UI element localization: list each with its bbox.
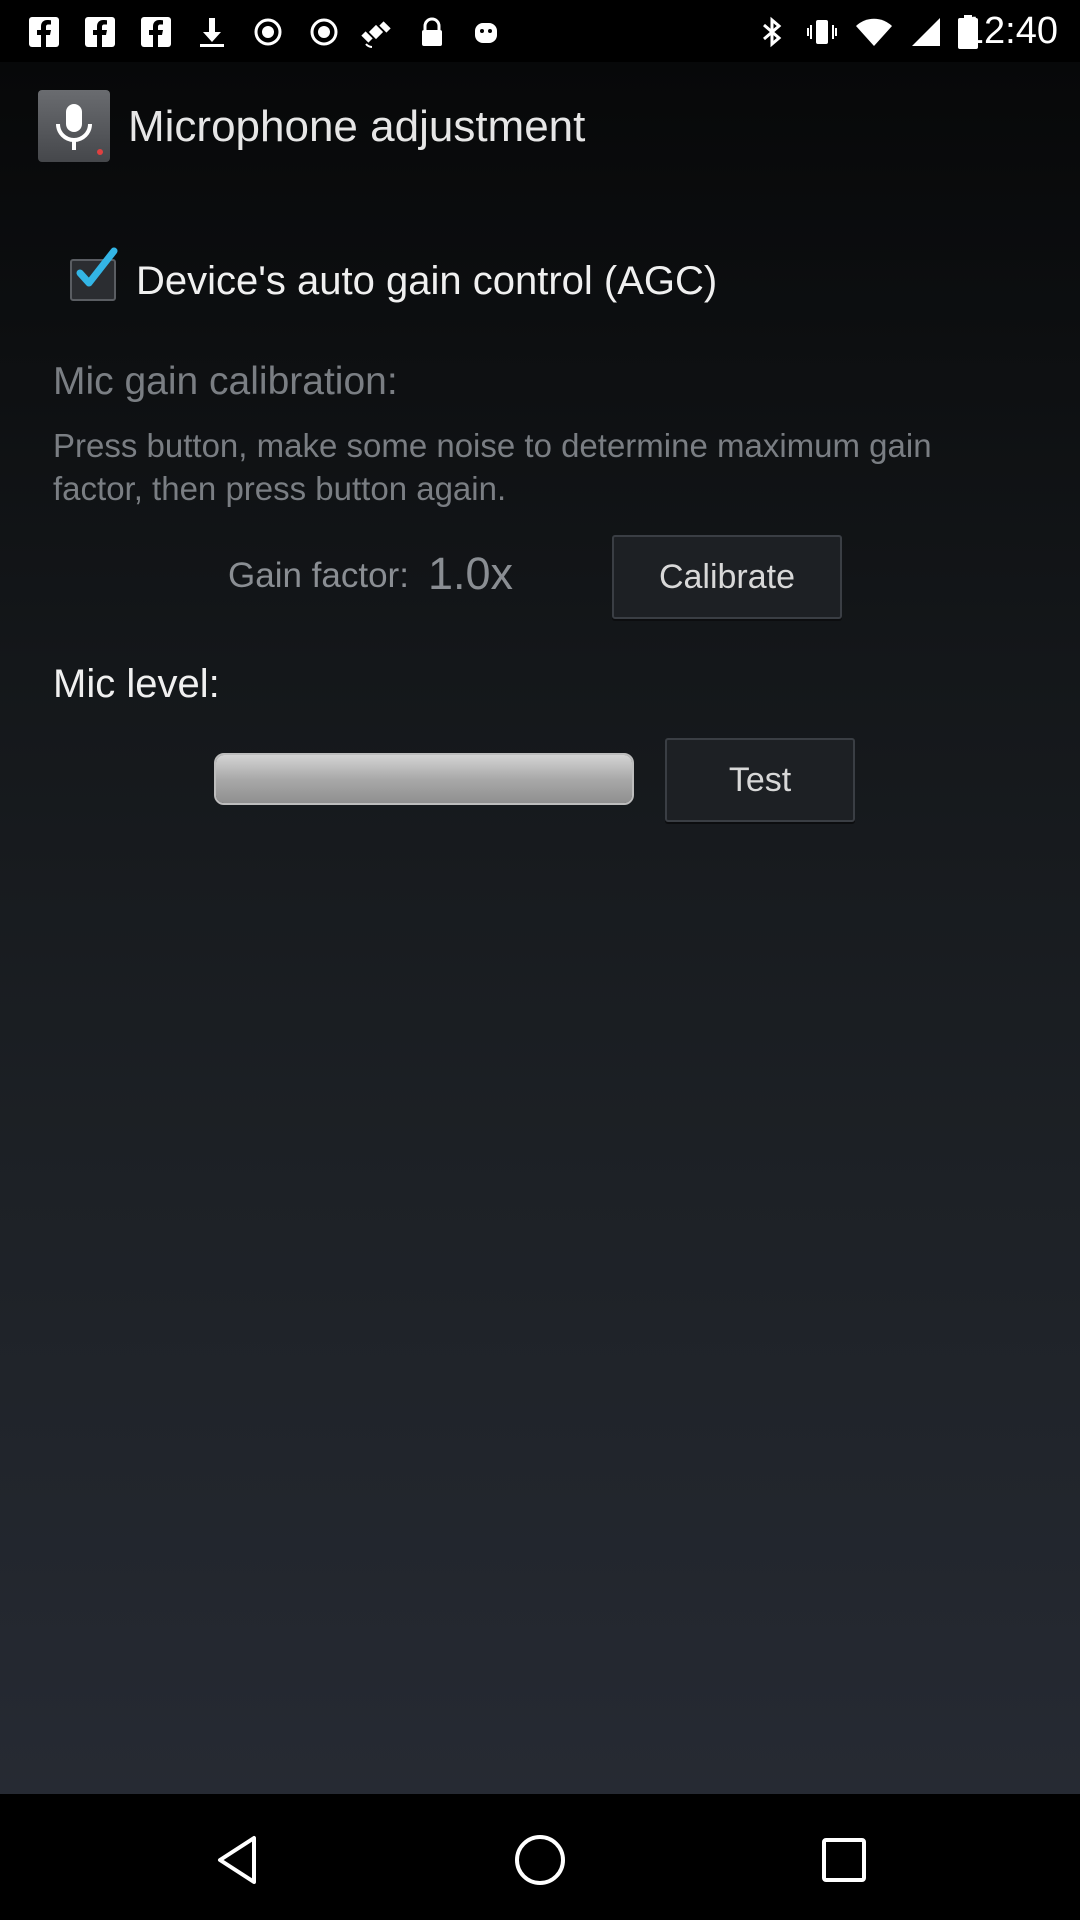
microphone-icon xyxy=(38,90,110,162)
wifi-icon xyxy=(854,12,894,52)
title-bar: Microphone adjustment xyxy=(0,62,1080,192)
bluetooth-icon xyxy=(752,12,792,52)
mic-level-fill xyxy=(216,755,632,803)
gain-factor-label: Gain factor: xyxy=(228,556,409,595)
main-content: Microphone adjustment Device's auto gain… xyxy=(0,62,1080,1794)
back-icon[interactable] xyxy=(200,1820,280,1900)
calibrate-button[interactable]: Calibrate xyxy=(612,535,842,619)
record-icon xyxy=(248,12,288,52)
agc-label[interactable]: Device's auto gain control (AGC) xyxy=(136,259,717,304)
download-icon xyxy=(192,12,232,52)
facebook-icon xyxy=(24,12,64,52)
home-icon[interactable] xyxy=(500,1820,580,1900)
calibration-description: Press button, make some noise to determi… xyxy=(53,427,932,507)
navigation-bar xyxy=(0,1794,1080,1920)
page-title: Microphone adjustment xyxy=(128,102,586,151)
status-bar: 12:40 xyxy=(0,0,1080,62)
mic-level-label: Mic level: xyxy=(53,662,220,706)
vibrate-icon xyxy=(802,12,842,52)
signal-icon xyxy=(906,12,946,52)
lock-icon xyxy=(412,12,452,52)
android-icon xyxy=(466,12,506,52)
gps-fake-icon xyxy=(356,12,396,52)
test-button[interactable]: Test xyxy=(665,738,855,822)
facebook-icon xyxy=(136,12,176,52)
screen: 12:40 Microphone adjustment Device's aut… xyxy=(0,0,1080,1920)
calibration-heading: Mic gain calibration: xyxy=(53,360,398,403)
recents-icon[interactable] xyxy=(804,1820,884,1900)
gain-factor-value: 1.0x xyxy=(428,548,514,599)
facebook-icon xyxy=(80,12,120,52)
mic-level-bar xyxy=(214,753,634,805)
record-icon xyxy=(304,12,344,52)
agc-checkbox[interactable] xyxy=(70,247,118,301)
status-clock: 12:40 xyxy=(962,10,1058,52)
